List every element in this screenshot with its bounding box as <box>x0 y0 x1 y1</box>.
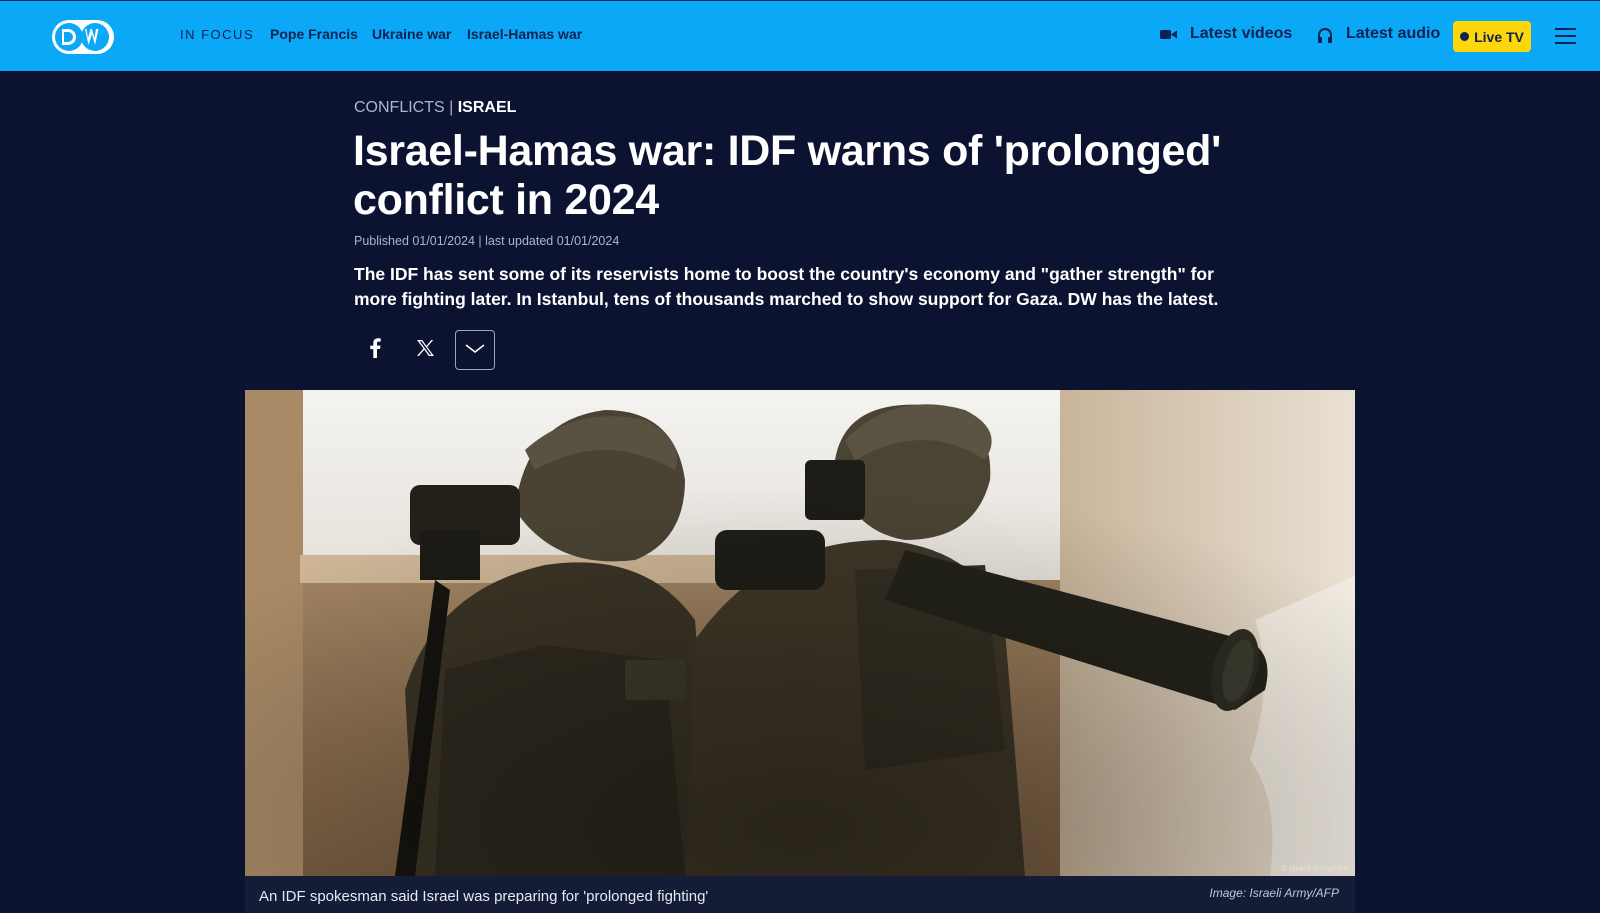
in-focus-label: IN FOCUS <box>180 27 255 42</box>
kicker-separator: | <box>449 99 454 116</box>
facebook-icon <box>369 337 381 363</box>
dw-logo[interactable] <box>51 19 115 55</box>
kicker-category-link[interactable]: CONFLICTS <box>354 99 445 116</box>
soldiers-photo <box>245 390 1355 876</box>
focus-link-pope-francis[interactable]: Pope Francis <box>270 26 358 42</box>
hero-image-credit: Image: Israeli Army/AFP <box>1209 886 1339 900</box>
kicker-topic-link[interactable]: ISRAEL <box>458 99 517 116</box>
live-tv-label: Live TV <box>1474 28 1524 45</box>
headphones-icon <box>1317 28 1333 48</box>
latest-videos-link[interactable]: Latest videos <box>1190 25 1292 43</box>
live-indicator-icon <box>1460 32 1470 41</box>
focus-link-israel-hamas-war[interactable]: Israel-Hamas war <box>467 26 582 42</box>
article-kicker: CONFLICTS | ISRAEL <box>354 99 516 117</box>
dw-logo-icon <box>52 20 114 54</box>
video-camera-icon <box>1160 28 1177 46</box>
share-x-button[interactable] <box>405 330 445 370</box>
focus-link-ukraine-war[interactable]: Ukraine war <box>372 26 451 42</box>
article-headline: Israel-Hamas war: IDF warns of 'prolonge… <box>353 127 1222 224</box>
live-tv-button[interactable]: Live TV <box>1453 21 1531 52</box>
site-header: IN FOCUS Pope Francis Ukraine war Israel… <box>0 0 1600 71</box>
article-teaser: The IDF has sent some of its reservists … <box>354 264 1219 309</box>
share-facebook-button[interactable] <box>355 330 395 370</box>
article-dateline: Published 01/01/2024 | last updated 01/0… <box>354 234 620 248</box>
hero-caption: An IDF spokesman said Israel was prepari… <box>259 888 709 905</box>
latest-audio-link[interactable]: Latest audio <box>1346 25 1440 43</box>
share-more-button[interactable] <box>455 330 495 370</box>
hamburger-menu-icon[interactable] <box>1555 27 1576 45</box>
chevron-down-icon <box>465 341 485 359</box>
hero-image: © Israeli Army/AFP <box>245 390 1355 876</box>
x-icon <box>416 339 435 362</box>
hero-caption-bar: An IDF spokesman said Israel was prepari… <box>245 876 1355 913</box>
hero-watermark: © Israeli Army/AFP <box>1281 864 1349 873</box>
